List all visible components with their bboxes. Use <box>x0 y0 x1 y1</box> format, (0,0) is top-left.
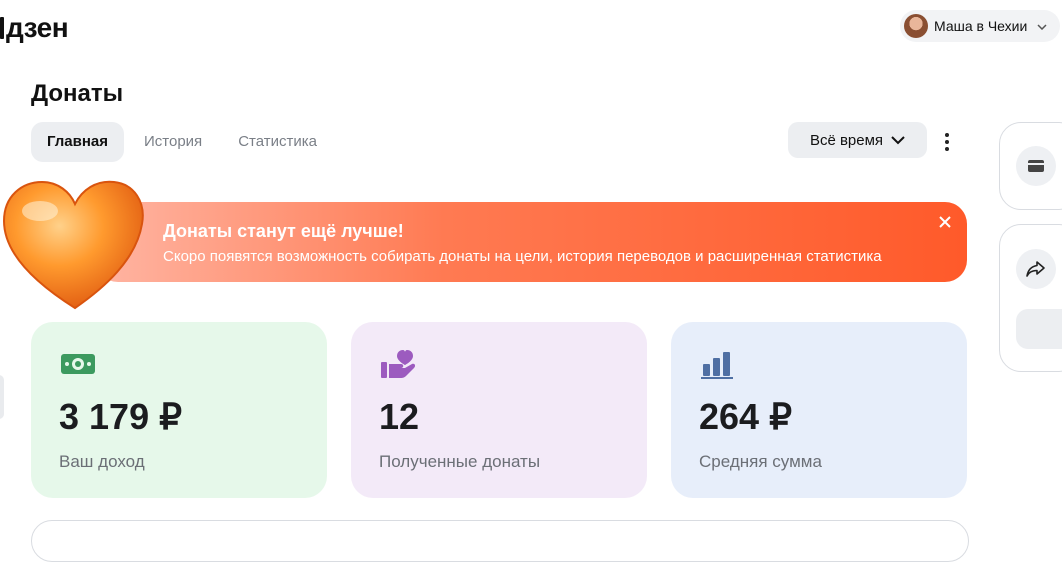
average-value: 264 ₽ <box>699 396 792 437</box>
card-icon <box>1028 160 1044 172</box>
banner-title: Донаты станут ещё лучше! <box>163 221 404 241</box>
donations-card: 12 Полученные донаты <box>351 322 647 498</box>
kebab-dot <box>945 147 949 151</box>
income-label: Ваш доход <box>59 452 145 471</box>
average-label: Средняя сумма <box>699 452 822 471</box>
share-panel <box>999 224 1062 372</box>
tabs-bar: Главная История Статистика <box>31 122 337 162</box>
donations-label: Полученные донаты <box>379 452 541 471</box>
logo-mark-icon <box>0 17 4 39</box>
heart-illustration-icon <box>2 180 144 310</box>
kebab-dot <box>945 140 949 144</box>
bar-chart-icon <box>701 352 733 379</box>
share-icon <box>1026 261 1045 277</box>
chevron-down-icon <box>883 132 905 149</box>
payment-panel <box>999 122 1062 210</box>
average-card: 264 ₽ Средняя сумма <box>671 322 967 498</box>
period-dropdown[interactable]: Всё время <box>788 122 927 158</box>
avatar <box>904 14 928 38</box>
profile-menu-button[interactable]: Маша в Чехии <box>900 10 1060 42</box>
income-card: 3 179 ₽ Ваш доход <box>31 322 327 498</box>
content-card <box>31 520 969 562</box>
more-options-button[interactable] <box>938 130 956 154</box>
panel-action-button[interactable] <box>1016 309 1062 349</box>
donation-hand-icon <box>381 350 416 378</box>
dzen-logo[interactable]: дзен <box>0 12 69 44</box>
card-button[interactable] <box>1016 146 1056 186</box>
tab-statistics[interactable]: Статистика <box>222 122 333 162</box>
tab-main[interactable]: Главная <box>31 122 125 162</box>
banner-text: Скоро появятся возможность собирать дона… <box>163 248 882 265</box>
chevron-down-icon <box>1037 19 1047 33</box>
side-handle[interactable] <box>0 375 4 419</box>
tab-history[interactable]: История <box>128 122 218 162</box>
close-icon[interactable] <box>937 214 953 230</box>
page-title: Донаты <box>31 80 124 107</box>
kebab-dot <box>945 133 949 137</box>
share-button[interactable] <box>1016 249 1056 289</box>
announcement-banner: Донаты станут ещё лучше! Скоро появятся … <box>96 202 967 282</box>
money-icon <box>61 354 95 374</box>
logo-text: дзен <box>6 12 69 43</box>
donations-value: 12 <box>379 396 420 437</box>
profile-name: Маша в Чехии <box>934 18 1028 34</box>
income-value: 3 179 ₽ <box>59 396 182 437</box>
period-label: Всё время <box>809 131 884 149</box>
